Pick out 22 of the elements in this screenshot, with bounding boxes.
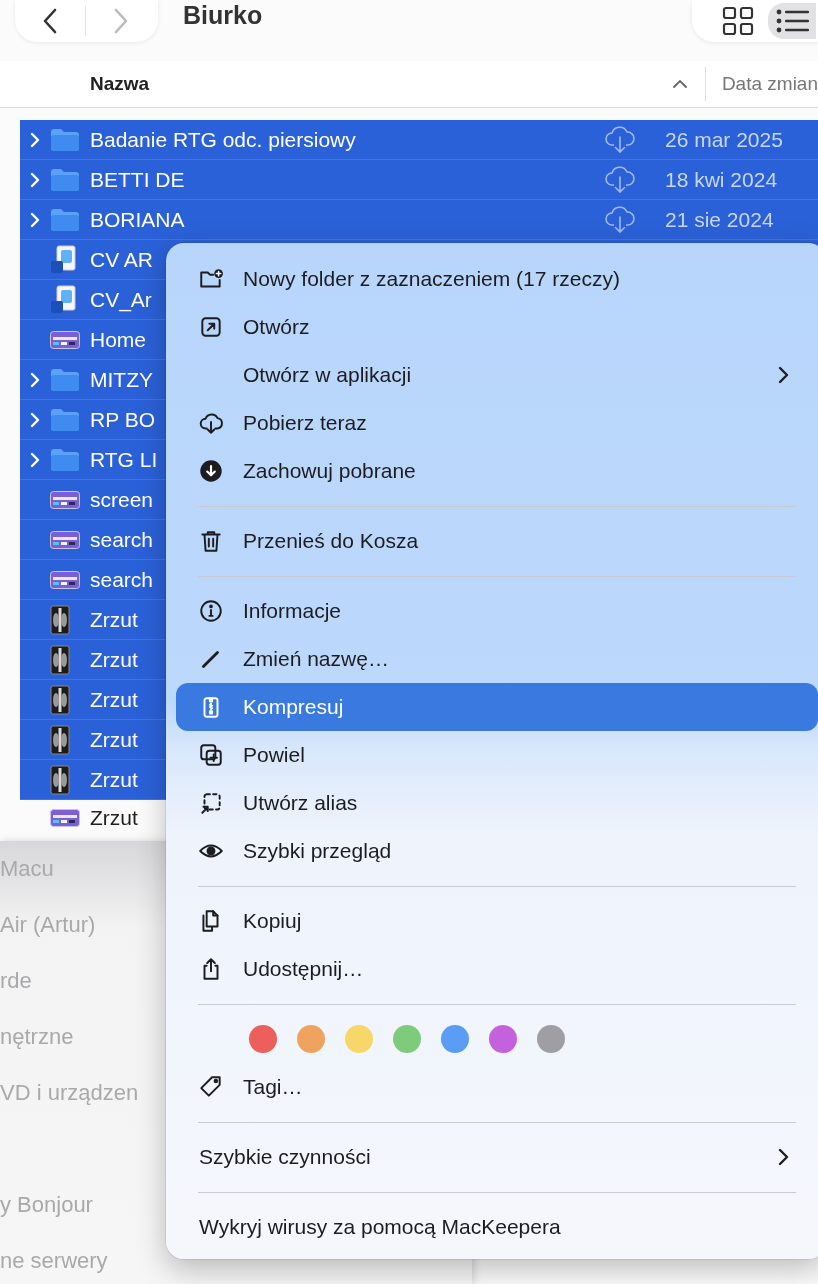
file-name: CV AR xyxy=(90,248,154,272)
modified-date: 26 mar 2025 xyxy=(664,128,783,152)
file-name: Zrzut xyxy=(90,608,138,632)
file-name: MITZY xyxy=(90,368,153,392)
modified-date: 18 kwi 2024 xyxy=(664,168,778,192)
file-name: Zrzut xyxy=(90,768,138,792)
file-name: RTG LI xyxy=(90,448,158,472)
file-name: Zrzut xyxy=(90,806,138,830)
file-name: RP BO xyxy=(90,408,155,432)
file-name: BORIANA xyxy=(90,208,185,232)
file-name: search xyxy=(90,528,154,552)
file-name: Zrzut xyxy=(90,728,138,752)
file-name: Home xyxy=(90,328,147,352)
modified-date: 21 sie 2024 xyxy=(664,208,774,232)
file-name: search xyxy=(90,568,154,592)
window-title: Biurko xyxy=(183,0,263,30)
file-name: CV_Ar xyxy=(90,288,152,312)
file-name: Zrzut xyxy=(90,648,138,672)
file-name: Badanie RTG odc. piersiowy xyxy=(90,128,356,152)
file-name: screen xyxy=(90,488,154,512)
file-name: BETTI DE xyxy=(90,168,185,192)
file-name: Zrzut xyxy=(90,688,138,712)
